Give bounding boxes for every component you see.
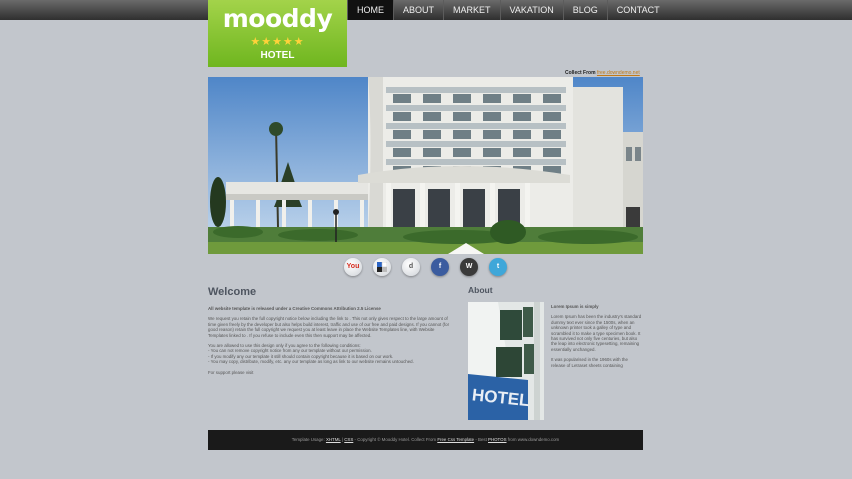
footer-copyright: - Copyright © Mooddy Hotel. Collect From <box>354 437 437 442</box>
collect-link[interactable]: free.downdemo.net <box>597 70 640 76</box>
social-icons: You d f W t <box>0 258 852 278</box>
nav-home[interactable]: HOME <box>347 0 393 20</box>
condition-2: - If you modify any our template it stil… <box>208 353 394 359</box>
footer-best: - Best <box>475 437 487 442</box>
youtube-icon[interactable]: You <box>344 258 362 276</box>
footer-usage: Template Usage: <box>291 437 325 442</box>
welcome-heading: Welcome <box>208 286 257 298</box>
about-paragraph-2: It was popularised in the 1960s with the… <box>551 357 628 368</box>
about-text: Lorem Ipsum is simply Lorem Ipsum has be… <box>551 304 643 373</box>
logo-subtitle: HOTEL <box>260 50 295 61</box>
facebook-icon[interactable]: f <box>431 258 449 276</box>
nav-contact[interactable]: CONTACT <box>606 0 669 20</box>
about-subheading: Lorem Ipsum is simply <box>551 304 599 309</box>
footer-source: from www.downdemo.com <box>507 437 560 442</box>
footer-separator: | <box>341 437 344 442</box>
main-nav: HOME ABOUT MARKET VAKATION BLOG CONTACT <box>347 0 669 20</box>
delicious-icon[interactable] <box>373 258 391 276</box>
nav-about[interactable]: ABOUT <box>393 0 443 20</box>
footer-template-link[interactable]: Free Css Template <box>437 437 474 442</box>
license-notice: All website template is released under a… <box>208 306 381 311</box>
footer: Template Usage: XHTML | CSS - Copyright … <box>208 430 643 450</box>
wordpress-icon[interactable]: W <box>460 258 478 276</box>
support-text: For support please visit <box>208 369 254 375</box>
about-image: HOTEL <box>468 302 544 420</box>
nav-blog[interactable]: BLOG <box>562 0 607 20</box>
twitter-icon[interactable]: t <box>489 258 507 276</box>
collect-from: Collect From free.downdemo.net <box>565 70 640 76</box>
welcome-conditions: You are allowed to use this design only … <box>208 343 452 365</box>
footer-css-link[interactable]: CSS <box>344 437 353 442</box>
welcome-text: All website template is released under a… <box>208 306 452 380</box>
welcome-paragraph-1: We request you retain the full copyright… <box>208 316 450 338</box>
nav-vakation[interactable]: VAKATION <box>499 0 563 20</box>
collect-label: Collect From <box>565 70 596 76</box>
about-paragraph-1: Lorem Ipsum has been the industry's stan… <box>551 314 642 352</box>
footer-xhtml-link[interactable]: XHTML <box>326 437 341 442</box>
logo-name: mooddy <box>222 4 333 33</box>
logo[interactable]: mooddy ★★★★★ HOTEL <box>208 0 347 67</box>
footer-photos-link[interactable]: PHOTOS <box>488 437 506 442</box>
condition-3: - You may copy, distribute, modify, etc.… <box>208 359 414 365</box>
hero-image <box>208 77 643 254</box>
conditions-intro: You are allowed to use this design only … <box>208 343 361 349</box>
about-heading: About <box>468 285 493 295</box>
digg-icon[interactable]: d <box>402 258 420 276</box>
star-rating: ★★★★★ <box>250 36 305 48</box>
condition-1: - You can not remove copyright notice fr… <box>208 348 372 354</box>
nav-market[interactable]: MARKET <box>443 0 500 20</box>
